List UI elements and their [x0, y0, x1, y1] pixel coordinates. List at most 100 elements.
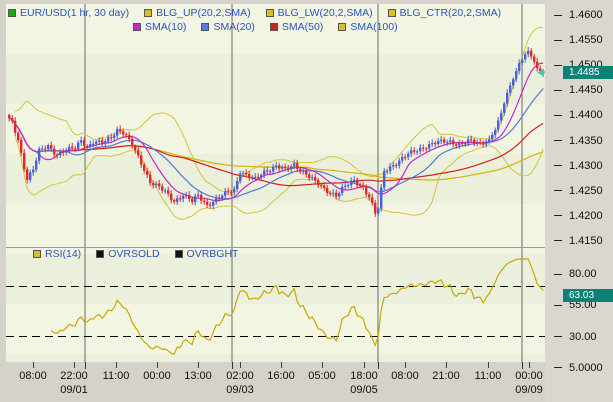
time-label: 08:00: [19, 370, 47, 382]
legend-sma-item: SMA(20): [201, 21, 255, 33]
legend-rsi-item: OVRSOLD: [96, 248, 160, 260]
time-label: 13:00: [184, 370, 212, 382]
date-label: 09/01: [60, 384, 88, 396]
legend-main-item: BLG_CTR(20,2,SMA): [387, 7, 502, 19]
time-label: 08:00: [391, 370, 419, 382]
axis-tick-dash: [554, 39, 562, 41]
legend-sma-swatch-icon: [133, 23, 141, 31]
axis-tick-dash: [554, 336, 562, 337]
legend-sma-item: SMA(100): [338, 21, 398, 33]
legend-rsi-label: OVRSOLD: [108, 248, 160, 260]
rsi-axis-label: 5.0000: [554, 362, 603, 374]
price-axis-label: 1.4350: [554, 135, 603, 147]
time-label: 21:00: [432, 370, 460, 382]
time-tick: [33, 362, 34, 368]
rsi-axis-label: 80.00: [554, 268, 597, 280]
price-axis-label: 1.4550: [554, 34, 603, 46]
time-tick: [488, 362, 489, 368]
axis-tick-dash: [554, 304, 562, 306]
time-label: 18:00: [350, 370, 378, 382]
price-axis-label: 1.4300: [554, 160, 603, 172]
legend-rsi-swatch-icon: [33, 250, 41, 258]
time-label: 16:00: [267, 370, 295, 382]
axis-tick-dash: [554, 64, 562, 66]
price-axis-label: 1.4250: [554, 185, 603, 197]
legend-main-label: BLG_LW(20,2,SMA): [277, 7, 373, 19]
time-tick: [281, 362, 282, 368]
time-tick: [364, 362, 365, 368]
legend-main-item: EUR/USD(1 hr, 30 day): [8, 7, 129, 19]
candle-bodies: [8, 50, 545, 214]
rsi-line: [50, 258, 544, 355]
axis-tick-dash: [554, 14, 562, 16]
legend-row-sma: SMA(10) SMA(20) SMA(50) SMA(100): [133, 21, 398, 33]
time-tick: [157, 362, 158, 368]
gridline-stub: [522, 362, 523, 369]
legend-sma-label: SMA(100): [350, 21, 398, 33]
time-tick: [240, 362, 241, 368]
legend-sma-item: SMA(50): [269, 21, 324, 33]
price-axis-label: 1.4400: [554, 109, 603, 121]
date-label: 09/05: [350, 384, 378, 396]
legend-row-main: EUR/USD(1 hr, 30 day) BLG_UP(20,2,SMA) BLG…: [8, 7, 501, 19]
axis-tick-dash: [554, 89, 562, 91]
time-tick: [116, 362, 117, 368]
legend-main-swatch-icon: [144, 9, 153, 17]
forex-chart: EUR/USD(1 hr, 30 day) BLG_UP(20,2,SMA) BLG…: [0, 0, 613, 402]
current-rsi-badge: 63.03: [563, 289, 613, 302]
legend-rsi-item: RSI(14): [33, 248, 81, 260]
legend-main-swatch-icon: [8, 9, 16, 17]
time-label: 00:00: [143, 370, 171, 382]
gridline-stub: [378, 362, 379, 369]
time-label: 02:00: [226, 370, 254, 382]
date-label: 09/09: [515, 384, 543, 396]
legend-sma-label: SMA(50): [281, 21, 324, 33]
price-axis-label: 1.4600: [554, 9, 603, 21]
legend-main-item: BLG_UP(20,2,SMA): [144, 7, 251, 19]
legend-sma-label: SMA(20): [213, 21, 255, 33]
legend-sma-label: SMA(10): [145, 21, 187, 33]
axis-tick-dash: [554, 240, 562, 242]
chart-canvas: [6, 4, 545, 362]
time-tick: [446, 362, 447, 368]
legend-rsi-label: RSI(14): [45, 248, 82, 260]
time-tick: [322, 362, 323, 368]
axis-tick-dash: [554, 367, 562, 369]
legend-main-label: EUR/USD(1 hr, 30 day): [20, 7, 130, 19]
axis-tick-dash: [554, 140, 562, 141]
legend-main-item: BLG_LW(20,2,SMA): [265, 7, 373, 19]
time-tick: [529, 362, 530, 368]
price-axis-label: 1.4200: [554, 210, 603, 222]
current-price-badge: 1.4485: [563, 66, 613, 79]
time-tick: [74, 362, 75, 368]
legend-rsi-item: OVRBGHT: [174, 248, 239, 260]
legend-main-swatch-icon: [265, 9, 274, 17]
legend-main-swatch-icon: [387, 9, 396, 17]
gridline-stub: [85, 362, 86, 369]
axis-tick-dash: [554, 114, 562, 116]
legend-sma-swatch-icon: [338, 23, 347, 31]
price-axis-label: 1.4450: [554, 84, 603, 96]
time-label: 05:00: [308, 370, 336, 382]
price-axis-label: 1.4150: [554, 235, 603, 247]
legend-sma-swatch-icon: [269, 23, 278, 31]
time-label: 22:00: [60, 370, 88, 382]
axis-tick-dash: [554, 273, 562, 275]
time-label: 11:00: [474, 370, 502, 382]
candle-wicks: [8, 47, 544, 217]
time-tick: [405, 362, 406, 368]
sma50-line: [8, 117, 544, 187]
legend-row-rsi: RSI(14) OVRSOLD OVRBGHT: [33, 248, 238, 260]
legend-rsi-swatch-icon: [96, 250, 105, 258]
time-label: 11:00: [102, 370, 130, 382]
legend-rsi-label: OVRBGHT: [186, 248, 239, 260]
time-label: 00:00: [515, 370, 543, 382]
plot-area[interactable]: [6, 4, 545, 362]
legend-sma-swatch-icon: [201, 23, 210, 31]
legend-main-label: BLG_CTR(20,2,SMA): [399, 7, 502, 19]
legend-sma-item: SMA(10): [133, 21, 186, 33]
date-label: 09/03: [226, 384, 254, 396]
axis-tick-dash: [554, 165, 562, 167]
legend-rsi-swatch-icon: [174, 250, 183, 258]
legend-main-label: BLG_UP(20,2,SMA): [156, 7, 251, 19]
